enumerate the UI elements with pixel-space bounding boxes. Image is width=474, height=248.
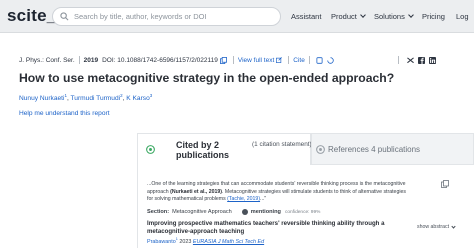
article-title: How to use metacognitive strategy in the… (19, 71, 395, 85)
copy-citation-icon[interactable] (441, 180, 449, 188)
citing-author-affiliation: 1 (175, 237, 178, 241)
quote-text: ..." (260, 196, 267, 203)
tab-cited-by[interactable]: Cited by 2 publications (1 citation stat… (137, 133, 312, 165)
citing-journal-link[interactable]: EURASIA J Math Sci Tech Ed (193, 239, 264, 245)
citing-paper-byline: Prabawanto1 2023 EURASIA J Math Sci Tech… (147, 237, 264, 245)
nav-assistant[interactable]: Assistant (291, 12, 321, 21)
help-understand-report-link[interactable]: Help me understand this report (19, 110, 110, 117)
citation-section: Section: Metacognitive Approach mentioni… (147, 209, 320, 215)
top-navigation-bar: scite_ Search by title, author, keywords… (0, 0, 474, 33)
citation-type-badge: mentioning (250, 209, 281, 215)
section-value: Metacognitive Approach (172, 209, 232, 215)
view-full-text-link[interactable]: View full text (238, 57, 274, 64)
confidence-score: confidence: 99% (284, 209, 321, 215)
tab-references-label: References 4 publications (328, 145, 421, 154)
nav-solutions[interactable]: Solutions (374, 12, 414, 21)
citing-paper-title[interactable]: Improving prospective mathematics teache… (147, 220, 407, 235)
publication-year: 2019 (83, 56, 99, 64)
show-abstract-label: show abstract (417, 224, 450, 230)
nav-product[interactable]: Product (331, 12, 366, 21)
citation-statement-card: ...One of the learning strategies that c… (137, 165, 474, 248)
divider (308, 56, 310, 64)
chevron-down-icon (408, 12, 414, 18)
divider (397, 56, 399, 64)
author-link[interactable]: K Karso (126, 95, 149, 102)
author-link[interactable]: Turmudi Turmudi (71, 95, 121, 102)
chevron-down-icon (451, 223, 456, 229)
tab-cited-by-label: Cited by 2 publications (176, 140, 230, 160)
tab-cited-by-note: (1 citation statement) (252, 141, 312, 148)
author-link[interactable]: Nunuy Nurkaeti (19, 95, 64, 102)
nav-solutions-label: Solutions (374, 12, 405, 21)
section-label: Section: (147, 209, 170, 215)
citing-author-link[interactable]: Prabawanto (147, 239, 176, 245)
mentioning-icon (241, 209, 248, 215)
divider (78, 56, 80, 64)
search-input[interactable]: Search by title, author, keywords or DOI (52, 7, 281, 26)
article-meta: J. Phys.: Conf. Ser. 2019 DOI: 10.1088/1… (19, 55, 436, 65)
nav-pricing[interactable]: Pricing (422, 12, 445, 21)
journal-name: J. Phys.: Conf. Ser. (19, 56, 75, 64)
chat-bubble-icon (146, 145, 155, 154)
nav-product-label: Product (331, 12, 357, 21)
citing-year: 2023 (179, 238, 192, 245)
scite-logo[interactable]: scite_ (7, 6, 56, 26)
save-icon[interactable] (316, 56, 323, 64)
linkedin-icon[interactable] (428, 56, 436, 64)
show-abstract-button[interactable]: show abstract (417, 223, 456, 230)
tab-references[interactable]: References 4 publications (311, 133, 474, 165)
search-icon (60, 12, 69, 21)
search-placeholder: Search by title, author, keywords or DOI (74, 12, 207, 21)
author-list: Nunuy Nurkaeti1, Turmudi Turmudi2, K Kar… (19, 93, 153, 103)
cite-link[interactable]: Cite (293, 57, 305, 64)
copy-icon[interactable] (219, 56, 227, 64)
nav-login[interactable]: Log (456, 12, 469, 21)
twitter-icon[interactable] (406, 56, 414, 64)
author-affiliation: 3 (149, 93, 153, 98)
external-link-icon (276, 57, 283, 63)
facebook-icon[interactable] (417, 56, 425, 64)
quote-reference-link[interactable]: (Tachie, 2019) (227, 196, 260, 202)
quote-highlight-reference: (Nurkaeti et al., 2019) (170, 188, 222, 195)
chevron-down-icon (360, 12, 366, 18)
loading-spinner-icon (327, 56, 334, 64)
divider (288, 56, 290, 64)
references-icon (316, 145, 325, 154)
doi[interactable]: DOI: 10.1088/1742-6596/1157/2/022119 (102, 57, 218, 64)
divider (232, 56, 234, 64)
citation-quote: ...One of the learning strategies that c… (147, 181, 409, 204)
